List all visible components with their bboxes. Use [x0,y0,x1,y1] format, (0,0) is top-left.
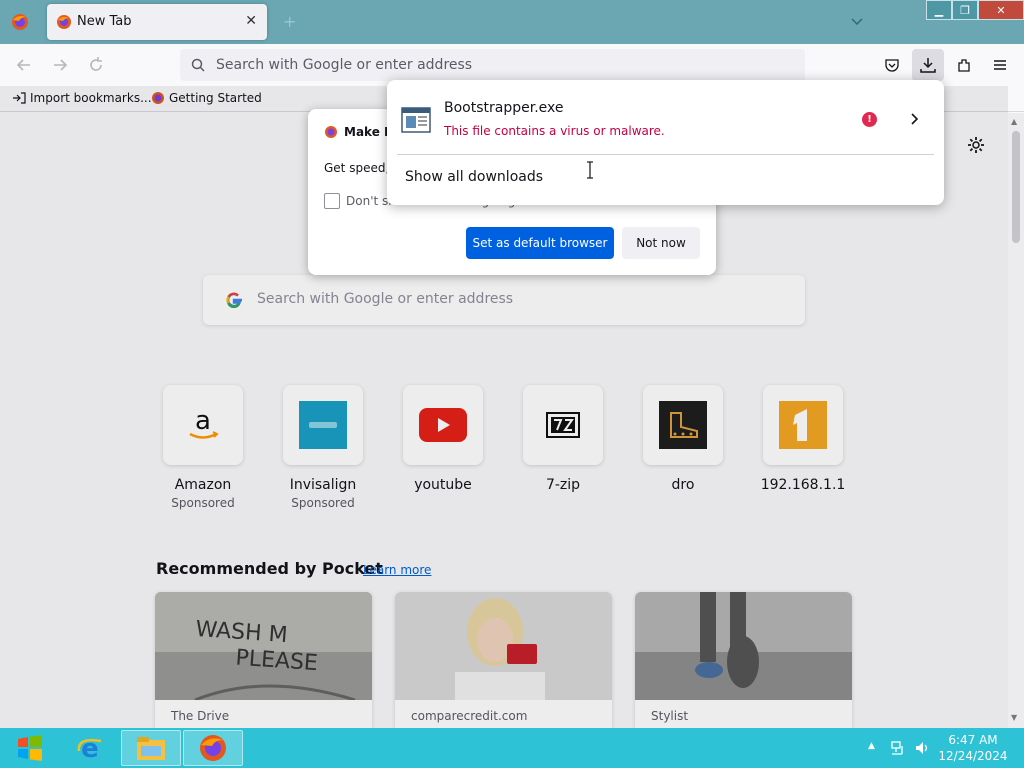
gear-icon[interactable] [966,135,986,155]
top-site-amazon[interactable]: a Amazon Sponsored [155,385,251,510]
pocket-card-image [395,592,612,700]
pocket-card[interactable]: comparecredit.com [395,592,612,728]
close-icon[interactable]: ✕ [245,13,257,29]
pocket-card[interactable]: Stylist [635,592,852,728]
download-icon [920,58,936,73]
taskbar: e ▲ 6:47 AM 12/24/2024 [0,728,1024,768]
reload-icon[interactable] [86,55,106,75]
clock-time: 6:47 AM [948,733,998,747]
downloads-button[interactable] [912,49,944,81]
set-default-browser-button[interactable]: Set as default browser [466,227,614,259]
firefox-menu-icon[interactable] [10,12,30,32]
hamburger-menu-icon[interactable] [988,53,1012,77]
pocket-card-image: WASH M PLEASE [155,592,372,702]
top-site-sponsored: Sponsored [171,496,235,510]
firefox-icon [57,15,71,29]
pocket-learn-more-link[interactable]: Learn more [363,563,431,577]
panel-divider [397,154,934,155]
tray-expand-icon[interactable]: ▲ [868,741,884,757]
firefox-icon [152,92,164,104]
warning-icon: ! [862,112,877,127]
svg-text:a: a [195,406,211,436]
forward-icon[interactable] [50,55,70,75]
scroll-up-icon[interactable]: ▲ [1011,117,1017,126]
top-site-7zip[interactable]: 7-zip [515,385,611,493]
restore-button[interactable]: ❐ [952,0,978,20]
pocket-card-image [635,592,852,700]
new-tab-plus-icon[interactable]: + [283,12,296,31]
bookmark-label: Getting Started [169,91,262,105]
top-site-invisalign[interactable]: Invisalign Sponsored [275,385,371,510]
google-icon [226,292,242,309]
window-close-button[interactable]: ✕ [978,0,1024,20]
top-site-name: Amazon [174,477,232,493]
search-icon [191,58,205,72]
scrollbar[interactable]: ▲ ▼ [1008,113,1024,728]
pocket-card-source: comparecredit.com [411,709,528,723]
pocket-card-source: The Drive [171,709,230,723]
windows-logo-icon [18,735,42,761]
download-file-name[interactable]: Bootstrapper.exe [444,100,564,116]
back-icon[interactable] [14,55,34,75]
clock-date: 12/24/2024 [938,749,1008,763]
7zip-icon [546,412,580,438]
scroll-down-icon[interactable]: ▼ [1011,713,1017,722]
top-site-name: youtube [414,477,472,493]
svg-text:e: e [81,734,99,763]
bookmark-import[interactable]: Import bookmarks... [12,91,152,105]
dialog-header: Make Fi [324,125,396,139]
chevron-right-icon[interactable] [906,111,922,127]
pocket-card[interactable]: WASH M PLEASE The Drive [155,592,372,728]
taskbar-file-explorer[interactable] [121,730,181,766]
downloads-panel: Bootstrapper.exe This file contains a vi… [387,80,944,205]
folder-icon [137,737,165,760]
top-site-dro[interactable]: dro [635,385,731,493]
tab-new-tab[interactable]: New Tab ✕ [47,4,267,40]
pocket-heading: Recommended by Pocket [156,559,383,578]
executable-file-icon [401,107,431,133]
bookmark-getting-started[interactable]: Getting Started [151,91,262,105]
top-site-name: dro [671,477,695,493]
url-bar-placeholder: Search with Google or enter address [216,57,473,73]
google-search-placeholder: Search with Google or enter address [257,291,514,307]
top-site-sponsored: Sponsored [291,496,355,510]
volume-icon[interactable] [914,740,930,756]
top-site-192-168-1-1[interactable]: 192.168.1.1 [755,385,851,493]
url-bar[interactable]: Search with Google or enter address [180,49,805,81]
tab-bar: New Tab ✕ + ▁ ❐ ✕ [0,0,1024,44]
download-status: This file contains a virus or malware. [444,124,665,138]
pocket-card-source: Stylist [651,709,689,723]
invisalign-icon [299,401,347,449]
firefox-icon [200,735,226,761]
internet-explorer-icon: e [77,734,102,763]
not-now-button[interactable]: Not now [622,227,700,259]
show-all-downloads-button[interactable]: Show all downloads [405,169,543,185]
window-controls: ▁ ❐ ✕ [926,0,1024,20]
system-clock[interactable]: 6:47 AM 12/24/2024 [935,732,1011,764]
top-site-youtube[interactable]: youtube [395,385,491,493]
taskbar-firefox[interactable] [183,730,243,766]
network-icon[interactable] [890,740,906,756]
taskbar-internet-explorer[interactable]: e [60,730,120,766]
top-site-name: 7-zip [545,477,581,493]
top-site-name: 192.168.1.1 [760,477,846,493]
bookmark-label: Import bookmarks... [30,91,152,105]
google-search-box[interactable]: Search with Google or enter address [203,275,805,325]
tab-title: New Tab [77,14,132,29]
text-cursor-icon [587,161,593,179]
import-icon [13,92,26,104]
dro-icon [659,401,707,449]
top-site-name: Invisalign [289,477,357,493]
scrollbar-thumb[interactable] [1012,131,1020,243]
pocket-icon[interactable] [880,53,904,77]
minimize-button[interactable]: ▁ [926,0,952,20]
orange-one-icon [779,401,827,449]
start-button[interactable] [4,730,56,766]
extensions-icon[interactable] [952,53,976,77]
chevron-down-icon[interactable] [850,14,864,28]
checkbox-box[interactable] [324,193,340,209]
firefox-icon [325,126,337,138]
amazon-icon: a [189,406,219,439]
youtube-icon [419,408,467,442]
